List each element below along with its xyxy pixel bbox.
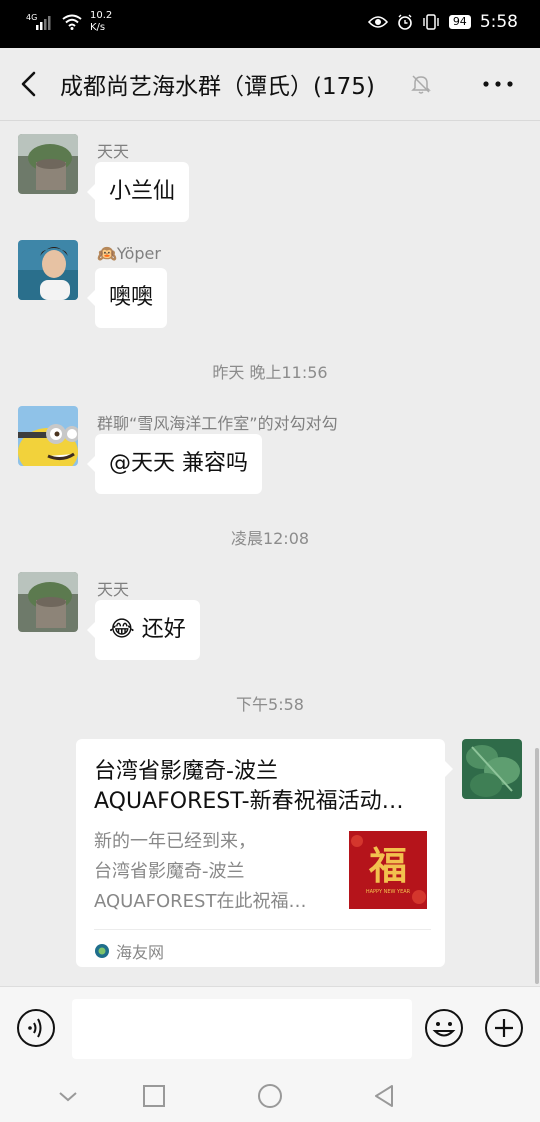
chat-header: 成都尚艺海水群（谭氏）(175) <box>0 48 540 121</box>
nav-back-button[interactable] <box>370 1082 398 1110</box>
sender-name: 天天 <box>97 580 130 599</box>
thumb-glyph: 福 <box>368 843 407 888</box>
speed-value: 10.2 <box>90 10 113 21</box>
avatar[interactable] <box>18 406 78 466</box>
nav-collapse-button[interactable] <box>54 1082 82 1110</box>
scrollbar[interactable] <box>535 748 539 984</box>
avatar[interactable] <box>18 134 78 194</box>
timestamp: 凌晨12:08 <box>230 529 310 548</box>
thumb-caption: HAPPY NEW YEAR <box>366 889 411 895</box>
input-bar <box>0 986 540 1069</box>
message-bubble[interactable]: @天天 兼容吗 <box>87 434 262 494</box>
system-nav-bar <box>0 1068 540 1122</box>
card-desc-line: 台湾省影魔奇-波兰 <box>94 861 245 882</box>
card-desc-line: 新的一年已经到来， <box>94 831 256 852</box>
vibrate-icon <box>423 14 439 30</box>
avatar[interactable] <box>462 739 522 799</box>
nav-recents-button[interactable] <box>140 1082 168 1110</box>
card-divider <box>94 929 431 930</box>
message-bubble[interactable]: 小兰仙 <box>86 162 190 222</box>
card-desc-line: AQUAFOREST在此祝福… <box>94 891 307 912</box>
more-button[interactable] <box>480 70 516 98</box>
nav-home-button[interactable] <box>256 1082 284 1110</box>
back-button[interactable] <box>16 68 44 100</box>
card-description: 新的一年已经到来， 台湾省影魔奇-波兰 AQUAFOREST在此祝福… <box>94 827 329 917</box>
link-card[interactable]: 台湾省影魔奇-波兰 AQUAFOREST-新春祝福活动… 新的一年已经到来， 台… <box>76 739 453 967</box>
bell-off-icon <box>411 75 431 94</box>
sender-name: 🙉Yöper <box>97 244 161 263</box>
eye-icon <box>367 16 388 28</box>
emoji-button[interactable] <box>424 1008 464 1048</box>
card-title-line: AQUAFOREST-新春祝福活动… <box>94 789 404 814</box>
sender-name: 群聊“雪风海洋工作室”的对勾对勾 <box>97 414 338 433</box>
svg-text:4G: 4G <box>26 13 37 22</box>
wifi-icon <box>62 14 82 30</box>
message-bubble[interactable]: 噢噢 <box>86 268 168 328</box>
card-title-line: 台湾省影魔奇-波兰 <box>94 759 278 784</box>
card-title: 台湾省影魔奇-波兰 AQUAFOREST-新春祝福活动… <box>94 757 434 817</box>
speed-unit: K/s <box>90 22 106 33</box>
signal-icon: 4G <box>26 13 51 30</box>
card-source: 海友网 <box>94 939 164 963</box>
status-bar: 4G 10.2 K/s 94 5:58 <box>0 0 540 48</box>
timestamp: 昨天 晚上11:56 <box>212 363 328 382</box>
avatar[interactable] <box>18 240 78 300</box>
source-logo-icon <box>95 944 109 958</box>
timestamp: 下午5:58 <box>236 695 304 714</box>
status-time: 5:58 <box>479 12 518 32</box>
voice-button[interactable] <box>16 1008 56 1048</box>
battery-indicator: 94 <box>448 15 471 29</box>
avatar[interactable] <box>18 572 78 632</box>
alarm-icon <box>398 14 412 30</box>
sender-name: 天天 <box>97 142 130 161</box>
plus-button[interactable] <box>484 1008 524 1048</box>
message-bubble[interactable]: 😂 还好 <box>87 600 200 660</box>
network-speed: 10.2 K/s <box>90 10 112 34</box>
card-thumbnail: 福 HAPPY NEW YEAR <box>349 831 427 909</box>
source-name: 海友网 <box>116 943 165 962</box>
message-input[interactable] <box>72 999 412 1059</box>
chat-title: 成都尚艺海水群（谭氏）(175) <box>60 74 375 100</box>
